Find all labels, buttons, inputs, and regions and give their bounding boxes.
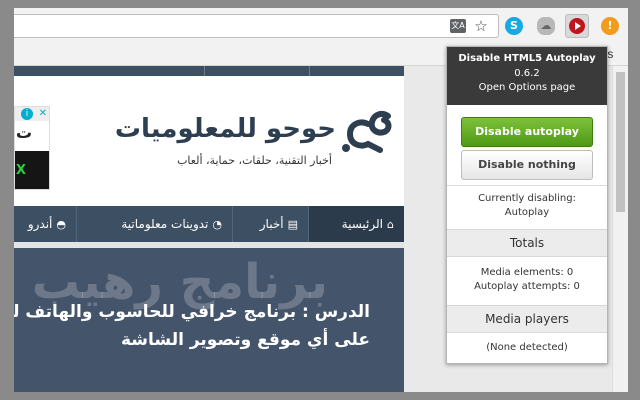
popup-header: Disable HTML5 Autoplay 0.6.2 Open Option… — [447, 47, 607, 105]
autoplay-extension-popup: Disable HTML5 Autoplay 0.6.2 Open Option… — [446, 46, 608, 364]
web-page: i ✕ ت X حوحو للمعلوميات أخبار التقنية، ح… — [14, 66, 404, 392]
site-header: i ✕ ت X حوحو للمعلوميات أخبار التقنية، ح… — [14, 76, 404, 206]
popup-title: Disable HTML5 Autoplay — [458, 53, 596, 64]
popup-version: 0.6.2 — [514, 68, 540, 79]
nav-item-blogs[interactable]: ◔تدوينات معلوماتية — [76, 206, 232, 242]
autoplay-attempts-count: Autoplay attempts: 0 — [474, 281, 580, 292]
ad-controls: i ✕ — [15, 107, 49, 121]
media-players-header: Media players — [447, 305, 607, 333]
skype-extension-icon[interactable]: S — [505, 17, 523, 35]
post-title-continued[interactable]: على أي موقع وتصوير الشاشة — [121, 330, 370, 350]
featured-post[interactable]: برنامج رهيب الدرس : برنامج خرافي للحاسوب… — [14, 248, 404, 392]
disable-autoplay-button[interactable]: Disable autoplay — [461, 117, 593, 147]
ad-close-icon[interactable]: ✕ — [39, 108, 47, 119]
nav-item-android[interactable]: ◓أندرو — [14, 206, 76, 242]
browser-window: 文A ☆ S ☁ ! oris i ✕ ت X — [14, 8, 628, 392]
rss-icon: ◔ — [212, 218, 222, 231]
cloud-extension-icon[interactable]: ☁ — [537, 17, 555, 35]
newspaper-icon: ▤ — [287, 218, 298, 231]
totals-header: Totals — [447, 229, 607, 257]
site-main-nav: ⌂الرئيسية ▤أخبار ◔تدوينات معلوماتية ◓أند… — [14, 206, 404, 242]
ad-mark: X — [16, 163, 27, 178]
topnav-divider — [204, 66, 205, 76]
logo-tagline: أخبار التقنية، حلقات، حماية، ألعاب — [177, 154, 332, 167]
nav-item-news[interactable]: ▤أخبار — [232, 206, 308, 242]
page-scrollbar[interactable] — [612, 66, 628, 392]
logo-title: حوحو للمعلوميات — [114, 114, 336, 144]
nav-item-home[interactable]: ⌂الرئيسية — [308, 206, 404, 242]
topnav-divider — [309, 66, 310, 76]
bookmark-star-icon[interactable]: ☆ — [473, 18, 489, 34]
post-title[interactable]: الدرس : برنامج خرافي للحاسوب والهاتف لتح — [14, 302, 370, 322]
ad-text: ت — [16, 123, 33, 142]
status-label: Currently disabling: — [478, 193, 576, 204]
translate-icon[interactable]: 文A — [450, 19, 466, 33]
nav-item-label: تدوينات معلوماتية — [121, 217, 209, 231]
ad-banner[interactable]: i ✕ ت X — [14, 106, 50, 190]
nav-item-label: الرئيسية — [341, 217, 384, 231]
address-bar[interactable]: 文A ☆ — [14, 14, 499, 38]
status-value: Autoplay — [504, 207, 550, 218]
alert-extension-icon[interactable]: ! — [601, 17, 619, 35]
scrollbar-thumb[interactable] — [616, 72, 625, 212]
nav-item-label: أخبار — [259, 217, 284, 231]
browser-toolbar: 文A ☆ S ☁ ! — [14, 8, 628, 44]
site-top-nav — [14, 66, 404, 76]
media-players-value: (None detected) — [486, 342, 568, 353]
divider — [447, 185, 607, 186]
media-elements-count: Media elements: 0 — [480, 267, 574, 278]
disable-autoplay-extension-icon[interactable] — [565, 14, 589, 38]
nav-item-label: أندرو — [27, 217, 53, 231]
options-link[interactable]: Open Options page — [447, 82, 607, 93]
disable-nothing-button[interactable]: Disable nothing — [461, 150, 593, 180]
logo-mark-icon — [342, 111, 392, 153]
site-logo[interactable]: حوحو للمعلوميات أخبار التقنية، حلقات، حم… — [115, 108, 396, 178]
android-icon: ◓ — [56, 218, 66, 231]
ad-info-icon[interactable]: i — [21, 108, 33, 120]
home-icon: ⌂ — [387, 218, 394, 231]
